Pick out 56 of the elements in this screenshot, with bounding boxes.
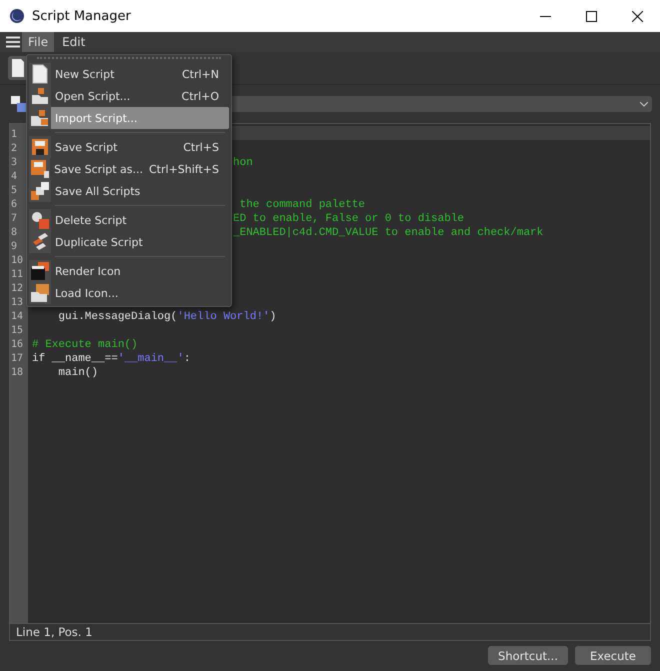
menu-button[interactable]: Edit bbox=[56, 32, 92, 52]
line-number: 13 bbox=[10, 296, 24, 310]
line-number: 5 bbox=[10, 184, 18, 198]
trash-icon bbox=[30, 210, 50, 230]
code-line: gui.MessageDialog('Hello World!') bbox=[57, 311, 276, 323]
line-number: 8 bbox=[10, 226, 18, 240]
menu-item[interactable]: New Script Ctrl+N bbox=[29, 63, 229, 85]
menu-item[interactable]: Load Icon... bbox=[29, 282, 229, 304]
floppies-icon bbox=[30, 181, 50, 201]
line-number: 12 bbox=[10, 282, 24, 296]
floppy-icon bbox=[30, 159, 50, 179]
clapper-icon bbox=[30, 261, 50, 281]
folder-icon bbox=[30, 108, 50, 128]
document-icon bbox=[32, 64, 48, 84]
code-line: # Execute main() bbox=[32, 339, 138, 351]
menu-item[interactable]: Duplicate Script bbox=[29, 231, 229, 253]
dialog-button[interactable]: Execute bbox=[575, 646, 651, 665]
menu-icon[interactable] bbox=[6, 36, 20, 48]
code-line: if __name__=='__main__': bbox=[32, 353, 190, 365]
app-logo-icon bbox=[9, 8, 25, 24]
line-number: 10 bbox=[10, 254, 24, 268]
line-number: 6 bbox=[10, 198, 18, 212]
menu-button[interactable]: File bbox=[22, 32, 54, 52]
floppy-icon bbox=[31, 138, 49, 156]
close-icon[interactable] bbox=[632, 10, 642, 22]
code-line: _ENABLED|c4d.CMD_VALUE to enable and check/mark bbox=[233, 227, 544, 239]
menu-item[interactable]: Save Script as... Ctrl+Shift+S bbox=[29, 158, 229, 180]
line-number: 17 bbox=[10, 352, 24, 366]
line-number: 18 bbox=[10, 366, 24, 380]
code-line: the command palette bbox=[238, 199, 366, 211]
line-number: 2 bbox=[10, 142, 18, 156]
menu-item[interactable]: Save All Scripts bbox=[29, 180, 229, 202]
line-number: 3 bbox=[10, 156, 18, 170]
dialog-button[interactable]: Shortcut... bbox=[488, 646, 568, 665]
line-number: 1 bbox=[10, 128, 18, 142]
new-script-button[interactable] bbox=[8, 56, 28, 80]
maximize-icon[interactable] bbox=[586, 10, 596, 22]
line-number: 16 bbox=[10, 338, 24, 352]
line-number: 9 bbox=[10, 240, 18, 254]
folder-icon bbox=[30, 86, 50, 106]
folder-icon bbox=[30, 283, 50, 303]
line-number: 4 bbox=[10, 170, 18, 184]
line-number: 7 bbox=[10, 212, 18, 226]
window-title: Script Manager bbox=[32, 8, 132, 24]
line-number: 14 bbox=[10, 310, 24, 324]
menu-item[interactable]: Render Icon bbox=[29, 260, 229, 282]
menu-item[interactable]: Open Script... Ctrl+O bbox=[29, 85, 229, 107]
code-line: hon bbox=[233, 157, 253, 169]
status-text: Line 1, Pos. 1 bbox=[9, 624, 651, 641]
code-line: main() bbox=[57, 367, 98, 379]
chevron-icon bbox=[640, 102, 648, 106]
menu-item[interactable]: Delete Script bbox=[29, 209, 229, 231]
line-number: 11 bbox=[10, 268, 24, 282]
code-line: ED to enable, False or 0 to disable bbox=[233, 213, 464, 225]
menu-item[interactable]: Save Script Ctrl+S bbox=[29, 136, 229, 158]
line-number: 15 bbox=[10, 324, 24, 338]
